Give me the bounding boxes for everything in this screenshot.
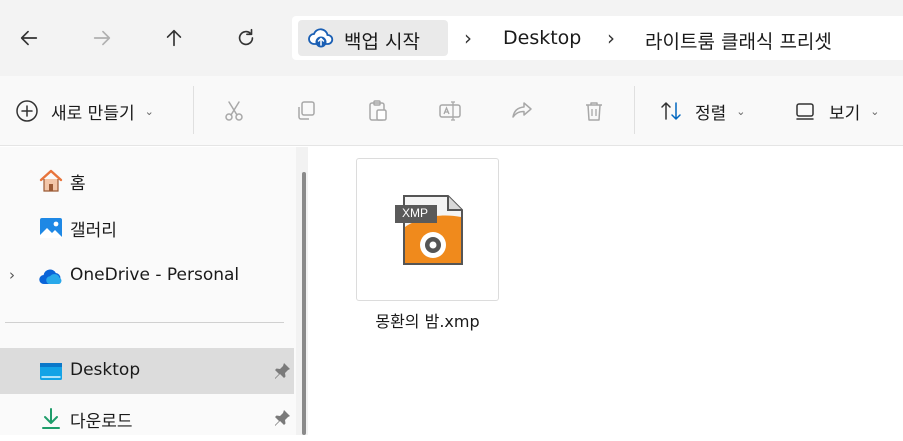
arrow-up-icon bbox=[166, 29, 182, 47]
plus-circle-icon bbox=[15, 99, 39, 123]
gallery-icon bbox=[38, 215, 64, 241]
sidebar-item-label: 갤러리 bbox=[70, 221, 117, 241]
rename-button[interactable] bbox=[438, 96, 462, 126]
file-name-label: 몽환의 밤.xmp bbox=[375, 312, 480, 331]
file-type-badge: XMP bbox=[402, 206, 429, 220]
breadcrumb-item-backup[interactable]: 백업 시작 bbox=[298, 20, 448, 56]
new-button-label: 새로 만들기 bbox=[51, 103, 135, 124]
back-button[interactable] bbox=[12, 21, 46, 55]
cut-button[interactable] bbox=[222, 96, 246, 126]
delete-icon bbox=[582, 99, 606, 123]
view-button[interactable]: 보기 ⌄ bbox=[793, 96, 880, 126]
rename-icon bbox=[438, 99, 462, 123]
pin-icon[interactable] bbox=[272, 361, 292, 381]
sidebar-scrollbar-thumb[interactable] bbox=[302, 172, 306, 435]
sidebar-item-label: 다운로드 bbox=[70, 412, 133, 432]
forward-button[interactable] bbox=[85, 21, 119, 55]
sort-button-label: 정렬 bbox=[695, 103, 727, 124]
view-layout-icon bbox=[793, 99, 817, 123]
breadcrumb-item-desktop[interactable]: Desktop bbox=[503, 27, 581, 49]
toolbar-divider bbox=[634, 86, 635, 134]
sidebar-divider bbox=[5, 322, 284, 323]
sidebar-item-downloads[interactable]: 다운로드 bbox=[0, 395, 294, 441]
up-button[interactable] bbox=[157, 21, 191, 55]
delete-button[interactable] bbox=[582, 96, 606, 126]
arrow-left-icon bbox=[20, 30, 38, 46]
paste-button[interactable] bbox=[366, 96, 390, 126]
arrow-right-icon bbox=[93, 30, 111, 46]
sidebar-item-label: Desktop bbox=[70, 360, 141, 380]
chevron-down-icon: ⌄ bbox=[870, 104, 880, 118]
new-button[interactable]: 새로 만들기 ⌄ bbox=[15, 96, 154, 126]
breadcrumb-separator: › bbox=[464, 26, 472, 50]
breadcrumb-item-preset-folder[interactable]: 라이트룸 클래식 프리셋 bbox=[645, 27, 832, 54]
onedrive-icon bbox=[38, 264, 64, 290]
share-button[interactable] bbox=[510, 96, 534, 126]
address-bar-row: 백업 시작 › Desktop › 라이트룸 클래식 프리셋 bbox=[0, 0, 903, 76]
sidebar-item-label: OneDrive - Personal bbox=[70, 265, 240, 285]
refresh-button[interactable] bbox=[229, 21, 263, 55]
sidebar-item-label: 홈 bbox=[70, 174, 86, 194]
sort-button[interactable]: 정렬 ⌄ bbox=[659, 96, 746, 126]
view-button-label: 보기 bbox=[829, 103, 861, 124]
desktop-folder-icon bbox=[38, 359, 64, 385]
share-icon bbox=[510, 99, 534, 123]
copy-button[interactable] bbox=[294, 96, 318, 126]
chevron-right-icon[interactable]: › bbox=[9, 266, 15, 284]
breadcrumb-label: 백업 시작 bbox=[344, 31, 420, 53]
sidebar-item-onedrive[interactable]: › OneDrive - Personal bbox=[0, 253, 294, 299]
cut-icon bbox=[222, 99, 246, 123]
sidebar-item-desktop[interactable]: Desktop bbox=[0, 348, 294, 394]
chevron-down-icon: ⌄ bbox=[736, 104, 746, 118]
sort-arrows-icon bbox=[659, 99, 683, 123]
home-icon bbox=[38, 168, 64, 194]
pin-icon[interactable] bbox=[272, 408, 292, 428]
copy-icon bbox=[294, 99, 318, 123]
breadcrumb: 백업 시작 › Desktop › 라이트룸 클래식 프리셋 bbox=[292, 16, 903, 60]
file-item[interactable]: XMP bbox=[356, 158, 499, 301]
toolbar-divider bbox=[193, 86, 194, 134]
paste-icon bbox=[366, 99, 390, 123]
download-icon bbox=[38, 406, 64, 432]
navigation-pane: 홈 갤러리 › OneDrive - Personal Desktop 다운로드 bbox=[0, 147, 308, 435]
cloud-backup-icon bbox=[308, 28, 334, 48]
chevron-down-icon: ⌄ bbox=[144, 104, 154, 118]
command-toolbar: 새로 만들기 ⌄ 정렬 ⌄ 보기 ⌄ bbox=[0, 76, 903, 146]
sidebar-item-gallery[interactable]: 갤러리 bbox=[0, 204, 294, 250]
breadcrumb-separator: › bbox=[607, 26, 615, 50]
xmp-file-icon bbox=[395, 195, 463, 265]
refresh-icon bbox=[238, 28, 254, 46]
sidebar-item-home[interactable]: 홈 bbox=[0, 157, 294, 203]
